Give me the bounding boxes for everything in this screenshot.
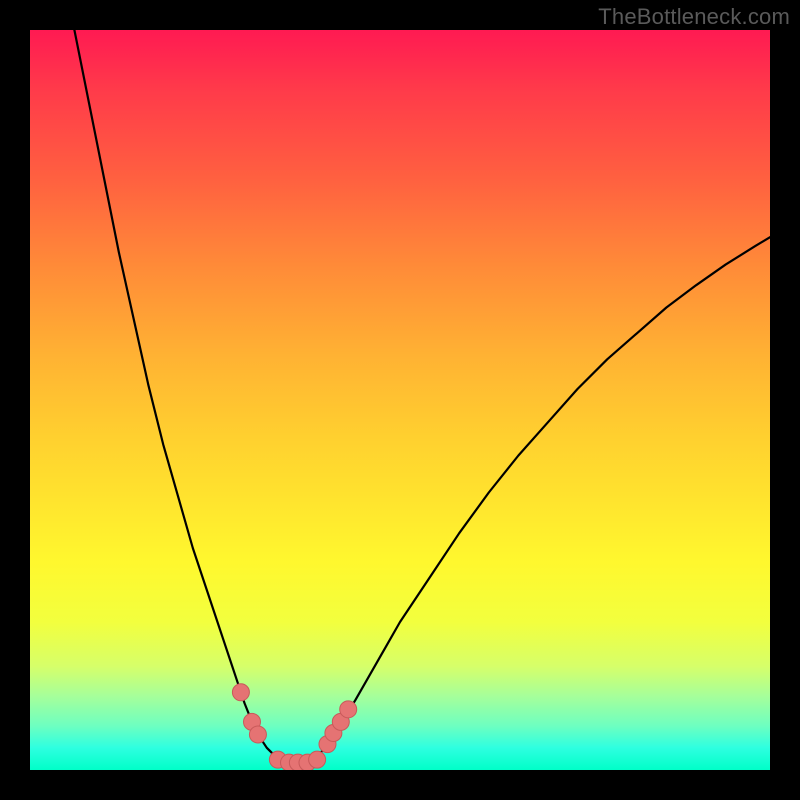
data-marker bbox=[232, 684, 249, 701]
data-marker bbox=[309, 751, 326, 768]
marker-group bbox=[232, 684, 356, 770]
series-left-curve bbox=[74, 30, 281, 761]
chart-plot-area bbox=[30, 30, 770, 770]
chart-frame: TheBottleneck.com bbox=[0, 0, 800, 800]
watermark-text: TheBottleneck.com bbox=[598, 4, 790, 30]
chart-svg bbox=[30, 30, 770, 770]
series-right-curve bbox=[311, 237, 770, 761]
data-marker bbox=[340, 701, 357, 718]
data-marker bbox=[249, 726, 266, 743]
series-group bbox=[74, 30, 770, 763]
